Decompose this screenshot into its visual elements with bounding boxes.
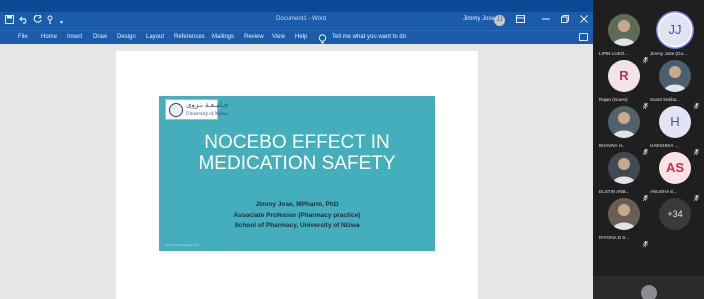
mic-muted-icon — [642, 142, 649, 156]
tab-insert[interactable]: Insert — [67, 34, 82, 40]
comments-icon[interactable] — [579, 33, 588, 41]
participant-name: HARSHIKA ... — [650, 143, 679, 148]
presenter-school: School of Pharmacy, University of Nizwa — [234, 222, 360, 229]
tab-help[interactable]: Help — [295, 34, 307, 40]
participant-initials: R — [608, 60, 640, 92]
close-icon[interactable] — [580, 15, 588, 26]
presenter-role: Associate Professor (Pharmacy practice) — [233, 211, 361, 219]
tab-layout[interactable]: Layout — [146, 34, 164, 40]
participants-panel: LIPIN LUKO... JJ Jimmy Jose (Gu... R Rajan (… — [593, 0, 704, 299]
slide-title-line-2: MEDICATION SAFETY — [198, 153, 396, 174]
participant-tile[interactable]: ELSTIN ANB... — [599, 150, 649, 202]
redo-icon[interactable] — [33, 14, 43, 28]
undo-icon[interactable] — [19, 15, 29, 28]
participant-name: Rajan (Guest) — [599, 97, 628, 102]
participant-name: RIYONA D S... — [599, 235, 630, 240]
participant-name: BHAVNA H... — [599, 143, 626, 148]
account-name[interactable]: Jimmy Jose — [463, 16, 495, 22]
participant-tile[interactable]: JJ Jimmy Jose (Gu... — [650, 12, 700, 58]
mic-muted-icon — [642, 50, 649, 64]
tab-file[interactable]: File — [18, 34, 28, 40]
participant-photo — [608, 106, 640, 138]
embedded-slide[interactable]: جـامـعـة نـزوى University of Nizwa NOCEB… — [159, 96, 435, 251]
title-bar: ▾ Document1 - Word Jimmy Jose JJ — [0, 12, 593, 30]
participant-photo — [659, 60, 691, 92]
more-participants-button[interactable]: +34 — [659, 198, 691, 230]
participant-photo — [608, 14, 640, 46]
participant-name: ANUSHA S... — [650, 189, 678, 194]
logo-arabic-text: جـامـعـة نـزوى — [186, 101, 229, 109]
participant-name: Sonal Sekha... — [650, 97, 680, 102]
document-title: Document1 - Word — [276, 16, 327, 22]
document-page[interactable]: جـامـعـة نـزوى University of Nizwa NOCEB… — [116, 51, 478, 299]
participant-name: Jimmy Jose (Gu... — [650, 51, 688, 56]
mic-muted-icon — [693, 96, 700, 110]
tab-mailings[interactable]: Mailings — [212, 34, 234, 40]
participant-photo — [608, 152, 640, 184]
tab-draw[interactable]: Draw — [93, 34, 107, 40]
save-icon[interactable] — [5, 15, 14, 28]
participant-photo — [608, 198, 640, 230]
tab-references[interactable]: References — [174, 34, 205, 40]
mic-muted-icon — [693, 142, 700, 156]
ribbon-tabs: File Home Insert Draw Design Layout Refe… — [0, 30, 593, 45]
participant-tile[interactable]: RIYONA D S... — [599, 196, 649, 248]
participant-tile[interactable]: BHAVNA H... — [599, 104, 649, 156]
participant-tile[interactable]: R Rajan (Guest) — [599, 58, 649, 110]
screen: ▾ Document1 - Word Jimmy Jose JJ File Ho… — [0, 0, 704, 299]
word-window: ▾ Document1 - Word Jimmy Jose JJ File Ho… — [0, 12, 593, 299]
mic-muted-icon — [693, 188, 700, 202]
account-avatar[interactable]: JJ — [494, 15, 505, 26]
tab-design[interactable]: Design — [117, 34, 136, 40]
self-video-preview[interactable] — [593, 276, 704, 299]
seal-icon — [169, 103, 183, 117]
university-logo: جـامـعـة نـزوى University of Nizwa — [165, 99, 228, 120]
mic-muted-icon — [642, 96, 649, 110]
lightbulb-icon[interactable] — [318, 32, 327, 45]
ribbon-display-icon[interactable] — [516, 15, 525, 26]
slide-footer: Jimmy Jose (unizwa.edu.om) — [165, 244, 199, 247]
participant-tile[interactable]: AS ANUSHA S... — [650, 150, 700, 202]
participant-tile[interactable]: +34 — [650, 196, 700, 242]
participant-name: ELSTIN ANB... — [599, 189, 630, 194]
customize-qat-icon[interactable]: ▾ — [60, 17, 63, 29]
participant-initials: JJ — [659, 14, 691, 46]
logo-english-text: University of Nizwa — [186, 111, 228, 116]
participant-tile[interactable]: LIPIN LUKO... — [599, 12, 649, 64]
tab-view[interactable]: View — [272, 34, 285, 40]
touch-mode-icon[interactable] — [46, 15, 54, 29]
slide-title: NOCEBO EFFECT IN MEDICATION SAFETY — [159, 132, 435, 174]
participant-initials: AS — [659, 152, 691, 184]
participant-initials: H — [659, 106, 691, 138]
presenter-info: Jimmy Jose, MPharm, PhD Associate Profes… — [159, 200, 435, 232]
participant-name: LIPIN LUKO... — [599, 51, 629, 56]
tab-home[interactable]: Home — [41, 34, 57, 40]
tell-me-search[interactable]: Tell me what you want to do — [332, 34, 406, 40]
presenter-name: Jimmy Jose, MPharm, PhD — [255, 201, 339, 208]
mic-muted-icon — [642, 188, 649, 202]
tab-review[interactable]: Review — [244, 34, 264, 40]
participant-tile[interactable]: Sonal Sekha... — [650, 58, 700, 110]
mic-muted-icon — [642, 234, 649, 248]
minimize-icon[interactable] — [542, 15, 550, 26]
participant-tile[interactable]: H HARSHIKA ... — [650, 104, 700, 156]
self-avatar — [641, 285, 657, 299]
restore-icon[interactable] — [561, 15, 569, 26]
slide-title-line-1: NOCEBO EFFECT IN — [204, 132, 390, 153]
